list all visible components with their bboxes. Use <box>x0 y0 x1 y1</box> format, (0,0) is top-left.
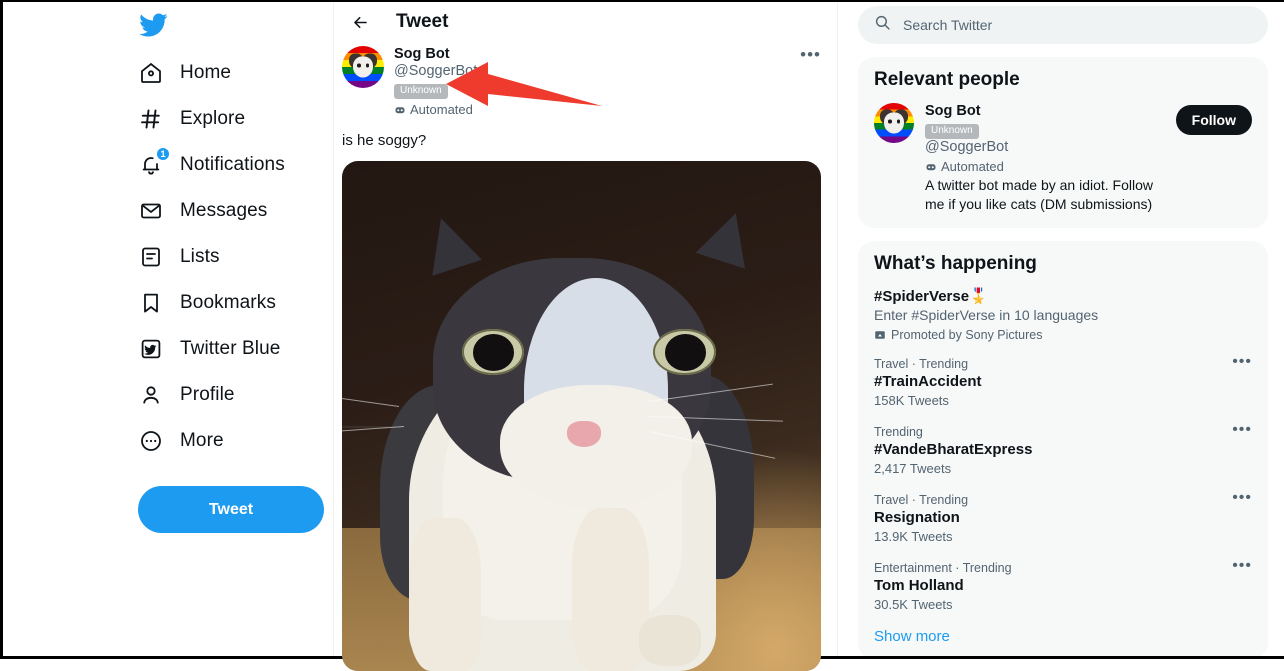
tweet-author-row: Sog Bot @SoggerBot Unknown Automated ••• <box>334 42 837 117</box>
tweet-handle[interactable]: @SoggerBot <box>394 63 477 80</box>
back-arrow-icon[interactable] <box>350 12 370 32</box>
whats-happening-card: What’s happening #SpiderVerse🎖️ Enter #S… <box>858 241 1268 656</box>
right-sidebar: Search Twitter Relevant people Sog Bot U… <box>838 2 1284 656</box>
sidebar-item-label: Messages <box>180 200 268 221</box>
sidebar-item-label: Bookmarks <box>180 292 276 313</box>
automated-label: Automated <box>941 159 1004 174</box>
tweet-text: is he soggy? <box>342 132 427 149</box>
relevant-people-card: Relevant people Sog Bot Unknown @SoggerB… <box>858 57 1268 228</box>
person-display-name[interactable]: Sog Bot <box>925 103 1165 120</box>
sidebar-item-label: Home <box>180 62 232 83</box>
trend-category: Trending <box>874 425 923 439</box>
more-horizontal-icon[interactable]: ••• <box>1232 422 1252 438</box>
trend-category: Entertainment · Trending <box>874 561 1012 575</box>
tweet-image[interactable] <box>342 161 821 671</box>
automated-row: Automated <box>925 159 1165 174</box>
sidebar-item-label: Lists <box>180 246 220 267</box>
whats-happening-title: What’s happening <box>874 253 1037 274</box>
nav-list: Home Explore 1 Notifications Messages Li… <box>138 50 333 464</box>
page-title: Tweet <box>396 11 449 32</box>
status-badge: Unknown <box>394 84 448 99</box>
home-icon <box>138 60 164 86</box>
hash-icon <box>138 106 164 132</box>
automated-label: Automated <box>410 102 473 117</box>
trend-item[interactable]: Travel · Trending Resignation 13.9K Twee… <box>874 490 1252 545</box>
trend-title: #VandeBharatExpress <box>874 441 1033 458</box>
sidebar-item-label: Twitter Blue <box>180 338 281 359</box>
tweet-button[interactable]: Tweet <box>138 486 324 533</box>
left-sidebar: Home Explore 1 Notifications Messages Li… <box>3 2 333 656</box>
avatar[interactable] <box>874 103 914 143</box>
sidebar-item-twitter-blue[interactable]: Twitter Blue <box>138 326 333 372</box>
promoted-by-row: Promoted by Sony Pictures <box>874 328 1252 342</box>
trend-count: 158K Tweets <box>874 393 949 408</box>
trend-title: Tom Holland <box>874 577 964 594</box>
trend-item[interactable]: Trending #VandeBharatExpress 2,417 Tweet… <box>874 422 1252 477</box>
person-row: Sog Bot Unknown @SoggerBot Automated A t… <box>874 103 1252 214</box>
cat-photo-illustration <box>342 161 821 671</box>
search-icon <box>874 14 891 36</box>
twitter-blue-icon <box>138 336 164 362</box>
trend-title: Resignation <box>874 509 960 526</box>
person-bio: A twitter bot made by an idiot. Follow m… <box>925 177 1153 212</box>
status-badge: Unknown <box>925 124 979 139</box>
show-more-link[interactable]: Show more <box>874 628 1252 645</box>
tweet-display-name[interactable]: Sog Bot <box>394 46 477 63</box>
list-icon <box>138 244 164 270</box>
sidebar-item-label: Notifications <box>180 154 285 175</box>
person-icon <box>138 382 164 408</box>
promoted-trend[interactable]: #SpiderVerse🎖️ Enter #SpiderVerse in 10 … <box>874 287 1252 342</box>
robot-icon <box>925 161 937 173</box>
column-header: Tweet <box>334 2 837 42</box>
search-placeholder: Search Twitter <box>903 17 993 33</box>
promoted-trend-sub: Enter #SpiderVerse in 10 languages <box>874 307 1099 323</box>
author-meta: Sog Bot @SoggerBot Unknown Automated <box>394 46 477 117</box>
sidebar-item-notifications[interactable]: 1 Notifications <box>138 142 333 188</box>
more-circle-icon <box>138 428 164 454</box>
more-horizontal-icon[interactable]: ••• <box>800 46 821 117</box>
avatar-face <box>884 112 904 134</box>
search-input[interactable]: Search Twitter <box>858 6 1268 44</box>
sidebar-item-label: Profile <box>180 384 235 405</box>
sidebar-item-more[interactable]: More <box>138 418 333 464</box>
sidebar-item-profile[interactable]: Profile <box>138 372 333 418</box>
trend-count: 13.9K Tweets <box>874 529 953 544</box>
sidebar-item-label: Explore <box>180 108 246 129</box>
main-column: Tweet Sog Bot @SoggerBot Unknown Automat… <box>333 2 838 671</box>
trend-item[interactable]: Travel · Trending #TrainAccident 158K Tw… <box>874 354 1252 409</box>
promoted-icon <box>874 329 886 341</box>
sidebar-item-label: More <box>180 430 224 451</box>
trend-category: Travel · Trending <box>874 493 969 507</box>
trend-item[interactable]: Entertainment · Trending Tom Holland 30.… <box>874 558 1252 613</box>
sidebar-item-home[interactable]: Home <box>138 50 333 96</box>
promoted-trend-name: #SpiderVerse🎖️ <box>874 288 988 305</box>
bell-icon: 1 <box>138 147 170 178</box>
follow-button[interactable]: Follow <box>1175 105 1252 135</box>
sidebar-item-messages[interactable]: Messages <box>138 188 333 234</box>
twitter-bird-icon[interactable] <box>138 8 172 42</box>
promoted-by-text: Promoted by Sony Pictures <box>891 328 1043 342</box>
more-horizontal-icon[interactable]: ••• <box>1232 354 1252 370</box>
bookmark-icon <box>138 290 164 316</box>
sidebar-item-bookmarks[interactable]: Bookmarks <box>138 280 333 326</box>
trend-title: #TrainAccident <box>874 373 982 390</box>
automated-row: Automated <box>394 102 477 117</box>
sidebar-item-explore[interactable]: Explore <box>138 96 333 142</box>
trend-count: 30.5K Tweets <box>874 597 953 612</box>
envelope-icon <box>138 198 164 224</box>
notification-badge: 1 <box>156 147 170 161</box>
twitter-app: Home Explore 1 Notifications Messages Li… <box>3 2 1284 671</box>
avatar[interactable] <box>342 46 384 88</box>
more-horizontal-icon[interactable]: ••• <box>1232 490 1252 506</box>
trend-count: 2,417 Tweets <box>874 461 952 476</box>
more-horizontal-icon[interactable]: ••• <box>1232 558 1252 574</box>
sidebar-item-lists[interactable]: Lists <box>138 234 333 280</box>
avatar-face <box>353 56 373 78</box>
robot-icon <box>394 104 406 116</box>
trend-category: Travel · Trending <box>874 357 969 371</box>
person-meta: Sog Bot Unknown @SoggerBot Automated A t… <box>925 103 1165 214</box>
person-handle[interactable]: @SoggerBot <box>925 139 1165 156</box>
relevant-people-title: Relevant people <box>874 69 1020 90</box>
